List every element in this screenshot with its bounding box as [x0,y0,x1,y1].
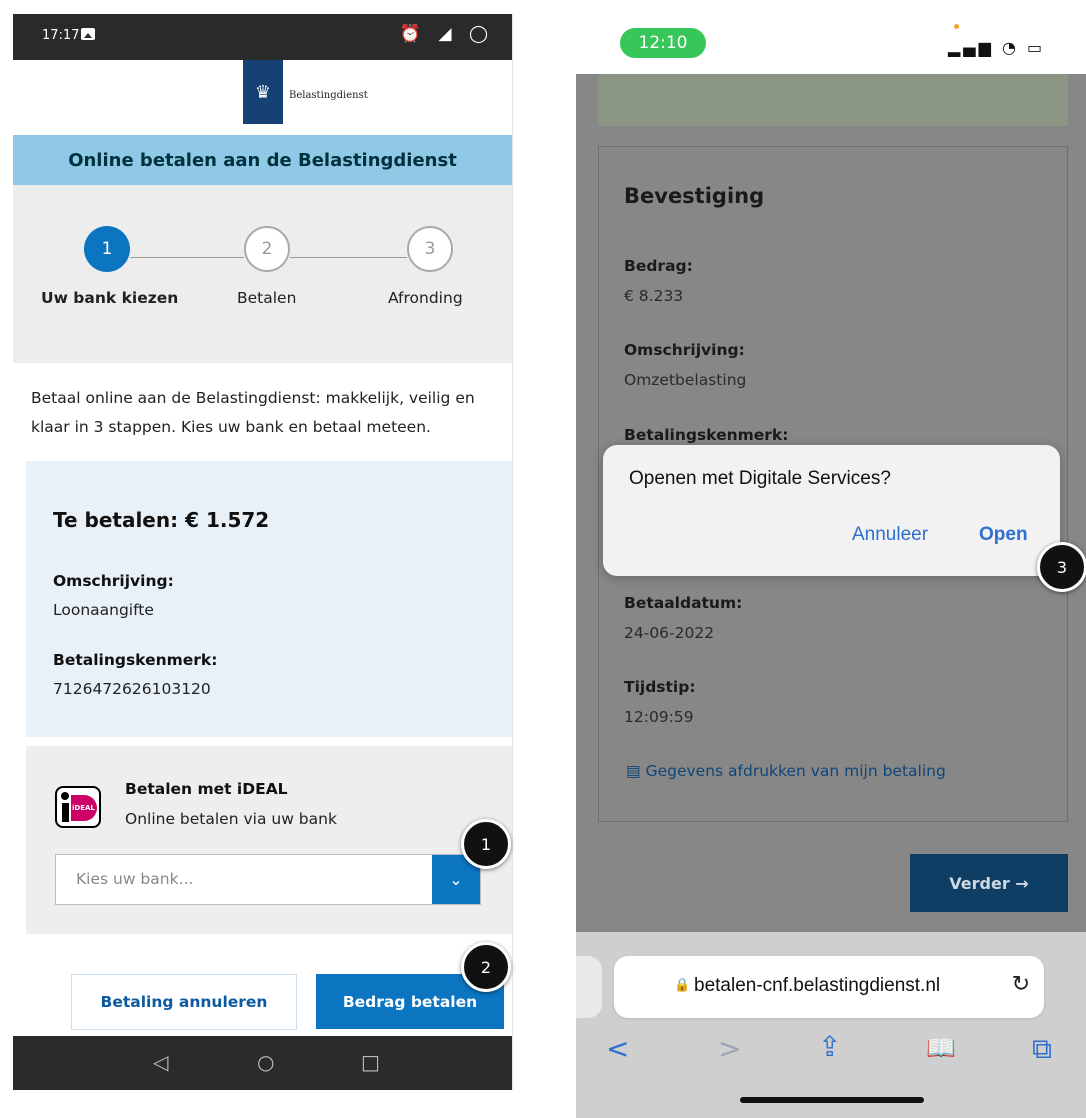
print-link-label: Gegevens afdrukken van mijn betaling [645,762,946,780]
step-marker-2: 2 [461,942,511,992]
kenmerk-label: Betalingskenmerk: [624,426,789,444]
lock-icon: 🔒 [674,978,691,993]
dialog-cancel-button[interactable]: Annuleer [852,524,928,546]
step-1-label: Uw bank kiezen [41,289,179,307]
cancel-payment-button[interactable]: Betaling annuleren [71,974,297,1030]
intro-text: Betaal online aan de Belastingdienst: ma… [31,389,475,436]
android-nav-bar: ◁ ○ □ [13,1036,512,1090]
ideal-panel [26,746,512,934]
bedrag-label: Bedrag: [624,257,693,275]
stepper-line [130,257,244,258]
ideal-title: Betalen met iDEAL [125,780,288,798]
image-notification-icon [81,28,95,40]
status-bar: 17:17 ⏰ ◢ ◯ [13,14,512,60]
bank-select-placeholder: Kies uw bank... [76,870,194,888]
page-title: Online betalen aan de Belastingdienst [13,135,512,185]
betaaldatum-value: 24-06-2022 [624,624,715,642]
bookmarks-icon[interactable]: 📖 [926,1034,956,1062]
recents-icon[interactable]: □ [361,1050,380,1074]
tijdstip-value: 12:09:59 [624,708,694,726]
stepper-line [290,257,407,258]
home-icon[interactable]: ○ [257,1050,274,1074]
signal-wifi-battery-icon: ▂▄▆ ◔ ▭ [948,38,1046,57]
step-2-circle: 2 [244,226,290,272]
logo-text: Belastingdienst [289,90,368,101]
share-icon[interactable]: ⇪ [818,1030,841,1063]
stepper [13,185,512,363]
previous-tab-peek[interactable] [576,956,602,1018]
step-2-label: Betalen [237,289,297,307]
bedrag-value: € 8.233 [624,287,684,305]
verder-button[interactable]: Verder → [910,854,1068,912]
confirmation-title: Bevestiging [624,184,765,208]
back-icon[interactable]: < [606,1032,629,1065]
android-screen: 17:17 ⏰ ◢ ◯ ♛ Belastingdienst Online bet… [13,14,513,1090]
status-icons: ⏰ ◢ ◯ [399,24,494,44]
betaaldatum-label: Betaaldatum: [624,594,743,612]
step-marker-3: 3 [1037,542,1086,592]
status-time: 17:17 [42,28,80,43]
step-3-label: Afronding [388,289,463,307]
ideal-subtitle: Online betalen via uw bank [125,810,337,828]
tijdstip-label: Tijdstip: [624,678,696,696]
address-bar[interactable]: 🔒 betalen-cnf.belastingdienst.nl ↻ [614,956,1044,1018]
omschrijving-value: Loonaangifte [53,601,154,619]
step-1-circle: 1 [84,226,130,272]
ideal-logo-text: iDEAL [71,795,97,821]
kenmerk-label: Betalingskenmerk: [53,651,218,669]
home-indicator [740,1097,924,1103]
reload-icon[interactable]: ↻ [1012,972,1030,997]
print-link[interactable]: ▤ Gegevens afdrukken van mijn betaling [626,762,946,780]
tabs-icon[interactable]: ⧉ [1032,1032,1052,1066]
step-marker-1: 1 [461,819,511,869]
kenmerk-value: 7126472626103120 [53,680,211,698]
privacy-dot-icon [954,24,959,29]
open-app-dialog [603,445,1060,576]
belastingdienst-crest-icon: ♛ [243,60,283,124]
bank-select[interactable]: Kies uw bank... ⌄ [55,854,481,905]
omschrijving-value: Omzetbelasting [624,371,747,389]
dialog-question: Openen met Digitale Services? [629,468,891,489]
amount-due: Te betalen: € 1.572 [53,508,270,532]
step-3-circle: 3 [407,226,453,272]
omschrijving-label: Omschrijving: [53,572,174,590]
forward-icon[interactable]: > [718,1032,741,1065]
dialog-open-button[interactable]: Open [979,524,1028,546]
ios-screen: 12:10 ▂▄▆ ◔ ▭ Bevestiging Bedrag: € 8.23… [576,14,1086,1118]
ideal-logo-icon: iDEAL [55,786,101,828]
printer-icon: ▤ [626,762,646,780]
back-icon[interactable]: ◁ [153,1050,168,1074]
status-time: 12:10 [620,28,706,58]
status-bar: 12:10 ▂▄▆ ◔ ▭ [576,14,1086,74]
success-banner [598,74,1068,126]
omschrijving-label: Omschrijving: [624,341,745,359]
url-text: betalen-cnf.belastingdienst.nl [694,975,941,996]
